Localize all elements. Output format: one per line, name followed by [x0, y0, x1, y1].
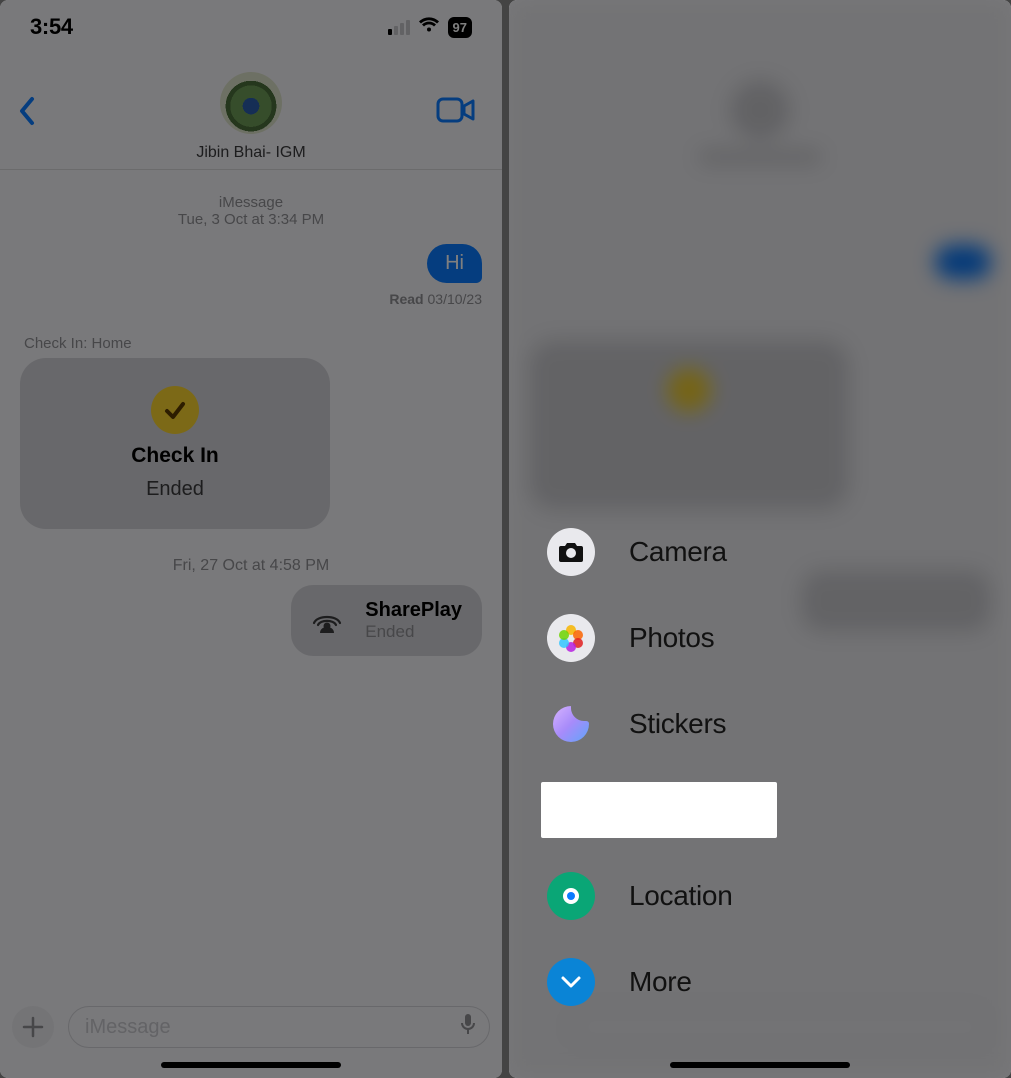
checkin-header: Check In: Home [20, 335, 482, 352]
read-label: Read [389, 291, 423, 307]
message-thread[interactable]: iMessage Tue, 3 Oct at 3:34 PM Hi Read 0… [0, 170, 502, 656]
menu-label: More [629, 966, 692, 998]
menu-label: Location [629, 880, 732, 912]
dictation-icon[interactable] [461, 1013, 475, 1041]
shareplay-icon [307, 606, 347, 636]
shareplay-title: SharePlay [365, 599, 462, 622]
contact-avatar[interactable] [220, 72, 282, 134]
checkin-card[interactable]: Check In Ended [20, 358, 330, 529]
status-time: 3:54 [30, 14, 73, 40]
read-receipt: Read 03/10/23 [20, 291, 482, 307]
menu-item-location[interactable]: Location [541, 872, 821, 920]
battery-icon: 97 [448, 17, 472, 38]
location-icon [547, 872, 595, 920]
messages-conversation-screen: 3:54 97 Jibin Bhai- IGM iMessage Tue, 3 … [0, 0, 502, 1078]
plus-menu: Camera Photos [541, 528, 821, 1006]
service-label: iMessage [20, 194, 482, 211]
checkin-status: Ended [146, 478, 204, 501]
menu-label: Stickers [629, 708, 726, 740]
menu-label: Photos [629, 622, 714, 654]
message-placeholder: iMessage [85, 1016, 171, 1039]
plus-menu-screen: Camera Photos [509, 0, 1011, 1078]
menu-item-more[interactable]: More [541, 958, 821, 1006]
contact-name[interactable]: Jibin Bhai- IGM [0, 144, 502, 162]
wifi-icon [418, 17, 440, 38]
menu-item-photos[interactable]: Photos [541, 614, 821, 662]
menu-item-camera[interactable]: Camera [541, 528, 821, 576]
back-button[interactable] [18, 96, 36, 131]
photos-icon [547, 614, 595, 662]
plus-button[interactable] [12, 1006, 54, 1048]
menu-label: Camera [629, 536, 727, 568]
shareplay-card[interactable]: SharePlay Ended [291, 585, 482, 656]
status-bar: 3:54 97 [0, 0, 502, 54]
stickers-highlight [541, 782, 777, 838]
timestamp-2: Fri, 27 Oct at 4:58 PM [20, 557, 482, 575]
chevron-down-icon [547, 958, 595, 1006]
status-right: 97 [388, 17, 472, 38]
check-icon [151, 386, 199, 434]
stickers-icon [547, 700, 595, 748]
menu-item-stickers[interactable]: Stickers [541, 700, 821, 748]
cellular-signal-icon [388, 20, 410, 35]
home-indicator[interactable] [670, 1062, 850, 1068]
timestamp-1: Tue, 3 Oct at 3:34 PM [20, 211, 482, 228]
checkin-title: Check In [131, 444, 219, 468]
message-input[interactable]: iMessage [68, 1006, 490, 1048]
conversation-header: Jibin Bhai- IGM [0, 54, 502, 170]
shareplay-status: Ended [365, 622, 462, 642]
read-date: 03/10/23 [428, 291, 483, 307]
outgoing-message[interactable]: Hi [427, 244, 482, 283]
camera-icon [547, 528, 595, 576]
home-indicator[interactable] [161, 1062, 341, 1068]
facetime-button[interactable] [436, 96, 476, 129]
composer-bar: iMessage [12, 1006, 490, 1048]
